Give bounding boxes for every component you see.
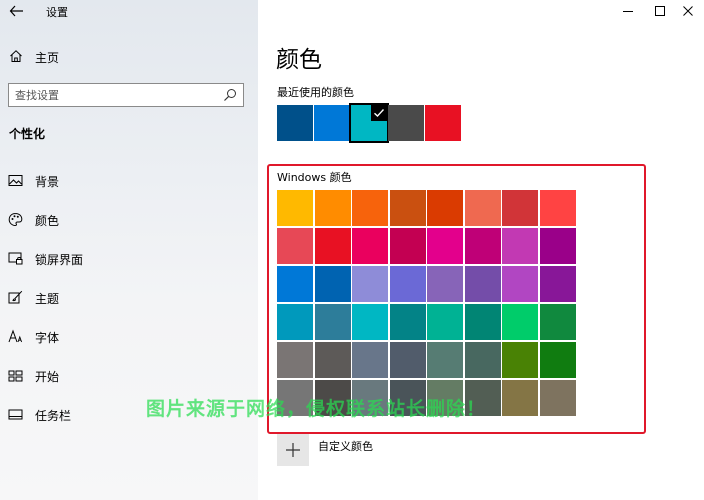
close-icon bbox=[683, 6, 693, 16]
search-icon[interactable] bbox=[223, 88, 237, 102]
windows-color-swatch[interactable] bbox=[314, 266, 351, 302]
windows-color-swatch[interactable] bbox=[389, 228, 426, 264]
sidebar-item-label: 背景 bbox=[35, 175, 60, 189]
windows-color-swatch[interactable] bbox=[352, 190, 388, 226]
main-content: 颜色 最近使用的颜色 Windows 颜色 自定义颜色 bbox=[258, 0, 704, 500]
windows-color-swatch[interactable] bbox=[389, 342, 426, 378]
sidebar-item-home[interactable]: 主页 bbox=[0, 44, 258, 70]
windows-color-swatch[interactable] bbox=[502, 380, 538, 416]
windows-color-swatch[interactable] bbox=[502, 190, 538, 226]
checkmark-icon bbox=[371, 105, 387, 121]
windows-color-swatch[interactable] bbox=[539, 304, 576, 340]
picture-icon bbox=[8, 175, 23, 186]
windows-color-grid bbox=[277, 190, 577, 420]
windows-color-swatch[interactable] bbox=[277, 228, 313, 264]
windows-color-swatch[interactable] bbox=[277, 266, 313, 302]
theme-brush-icon bbox=[8, 290, 23, 304]
back-arrow-icon bbox=[9, 5, 23, 17]
windows-color-swatch[interactable] bbox=[464, 380, 501, 416]
sidebar-item-background[interactable]: 背景 bbox=[0, 168, 258, 194]
windows-color-swatch[interactable] bbox=[464, 304, 501, 340]
windows-color-swatch[interactable] bbox=[464, 342, 501, 378]
section-title: 个性化 bbox=[9, 127, 46, 141]
home-label: 主页 bbox=[35, 51, 60, 65]
windows-color-swatch[interactable] bbox=[352, 266, 388, 302]
windows-color-swatch[interactable] bbox=[389, 190, 426, 226]
search-input[interactable] bbox=[15, 87, 215, 103]
sidebar-item-fonts[interactable]: 字体 bbox=[0, 324, 258, 350]
plus-icon bbox=[286, 443, 300, 457]
windows-colors-label: Windows 颜色 bbox=[277, 171, 352, 184]
windows-color-swatch[interactable] bbox=[427, 228, 463, 264]
windows-color-swatch[interactable] bbox=[427, 380, 463, 416]
sidebar-item-taskbar[interactable]: 任务栏 bbox=[0, 402, 258, 428]
windows-color-swatch[interactable] bbox=[314, 190, 351, 226]
taskbar-icon bbox=[8, 409, 23, 420]
minimize-icon bbox=[623, 11, 633, 12]
maximize-icon bbox=[655, 6, 665, 16]
recent-colors-label: 最近使用的颜色 bbox=[277, 86, 354, 99]
windows-color-swatch[interactable] bbox=[277, 304, 313, 340]
windows-color-swatch[interactable] bbox=[314, 380, 351, 416]
start-menu-icon bbox=[8, 370, 23, 382]
sidebar-item-colors[interactable]: 颜色 bbox=[0, 207, 258, 233]
windows-color-swatch[interactable] bbox=[539, 228, 576, 264]
recent-color-swatch[interactable] bbox=[277, 105, 313, 141]
recent-color-swatch[interactable] bbox=[349, 103, 389, 143]
lock-screen-icon bbox=[8, 252, 23, 265]
app-title: 设置 bbox=[46, 6, 68, 19]
recent-color-swatch[interactable] bbox=[314, 105, 350, 141]
sidebar-item-label: 锁屏界面 bbox=[35, 253, 84, 267]
windows-color-swatch[interactable] bbox=[314, 304, 351, 340]
title-bar: 设置 bbox=[0, 0, 258, 22]
windows-color-swatch[interactable] bbox=[539, 190, 576, 226]
windows-color-swatch[interactable] bbox=[464, 266, 501, 302]
sidebar-item-lock-screen[interactable]: 锁屏界面 bbox=[0, 246, 258, 272]
home-icon bbox=[10, 50, 22, 62]
windows-color-swatch[interactable] bbox=[427, 190, 463, 226]
windows-color-swatch[interactable] bbox=[502, 304, 538, 340]
windows-color-swatch[interactable] bbox=[352, 380, 388, 416]
windows-color-swatch[interactable] bbox=[277, 342, 313, 378]
windows-color-swatch[interactable] bbox=[352, 228, 388, 264]
windows-color-swatch[interactable] bbox=[427, 266, 463, 302]
windows-color-swatch[interactable] bbox=[314, 342, 351, 378]
windows-color-swatch[interactable] bbox=[539, 266, 576, 302]
palette-icon bbox=[8, 212, 23, 227]
windows-color-swatch[interactable] bbox=[502, 266, 538, 302]
sidebar-item-start[interactable]: 开始 bbox=[0, 363, 258, 389]
windows-color-swatch[interactable] bbox=[389, 304, 426, 340]
windows-color-swatch[interactable] bbox=[502, 342, 538, 378]
windows-color-swatch[interactable] bbox=[427, 304, 463, 340]
windows-color-swatch[interactable] bbox=[539, 342, 576, 378]
recent-color-swatch[interactable] bbox=[425, 105, 461, 141]
windows-color-swatch[interactable] bbox=[427, 342, 463, 378]
windows-color-swatch[interactable] bbox=[277, 380, 313, 416]
close-button[interactable] bbox=[674, 0, 704, 22]
windows-color-swatch[interactable] bbox=[464, 228, 501, 264]
sidebar: 设置 主页 个性化 背景 颜色 锁屏界面 bbox=[0, 0, 258, 500]
custom-color-button[interactable] bbox=[277, 434, 309, 466]
sidebar-item-label: 开始 bbox=[35, 370, 60, 384]
windows-color-swatch[interactable] bbox=[352, 342, 388, 378]
sidebar-item-label: 字体 bbox=[35, 331, 60, 345]
windows-color-swatch[interactable] bbox=[314, 228, 351, 264]
windows-color-swatch[interactable] bbox=[389, 380, 426, 416]
windows-color-swatch[interactable] bbox=[277, 190, 313, 226]
custom-color-label[interactable]: 自定义颜色 bbox=[318, 438, 373, 454]
windows-color-swatch[interactable] bbox=[539, 380, 576, 416]
windows-color-swatch[interactable] bbox=[389, 266, 426, 302]
sidebar-item-label: 颜色 bbox=[35, 214, 60, 228]
font-icon bbox=[8, 329, 23, 343]
recent-color-swatch[interactable] bbox=[388, 105, 424, 141]
sidebar-item-label: 主题 bbox=[35, 292, 60, 306]
search-box[interactable] bbox=[8, 83, 244, 107]
windows-color-swatch[interactable] bbox=[464, 190, 501, 226]
page-title: 颜色 bbox=[276, 47, 322, 73]
windows-color-swatch[interactable] bbox=[502, 228, 538, 264]
windows-color-swatch[interactable] bbox=[352, 304, 388, 340]
sidebar-item-themes[interactable]: 主题 bbox=[0, 285, 258, 311]
back-button[interactable] bbox=[8, 2, 26, 20]
sidebar-item-label: 任务栏 bbox=[35, 409, 72, 423]
